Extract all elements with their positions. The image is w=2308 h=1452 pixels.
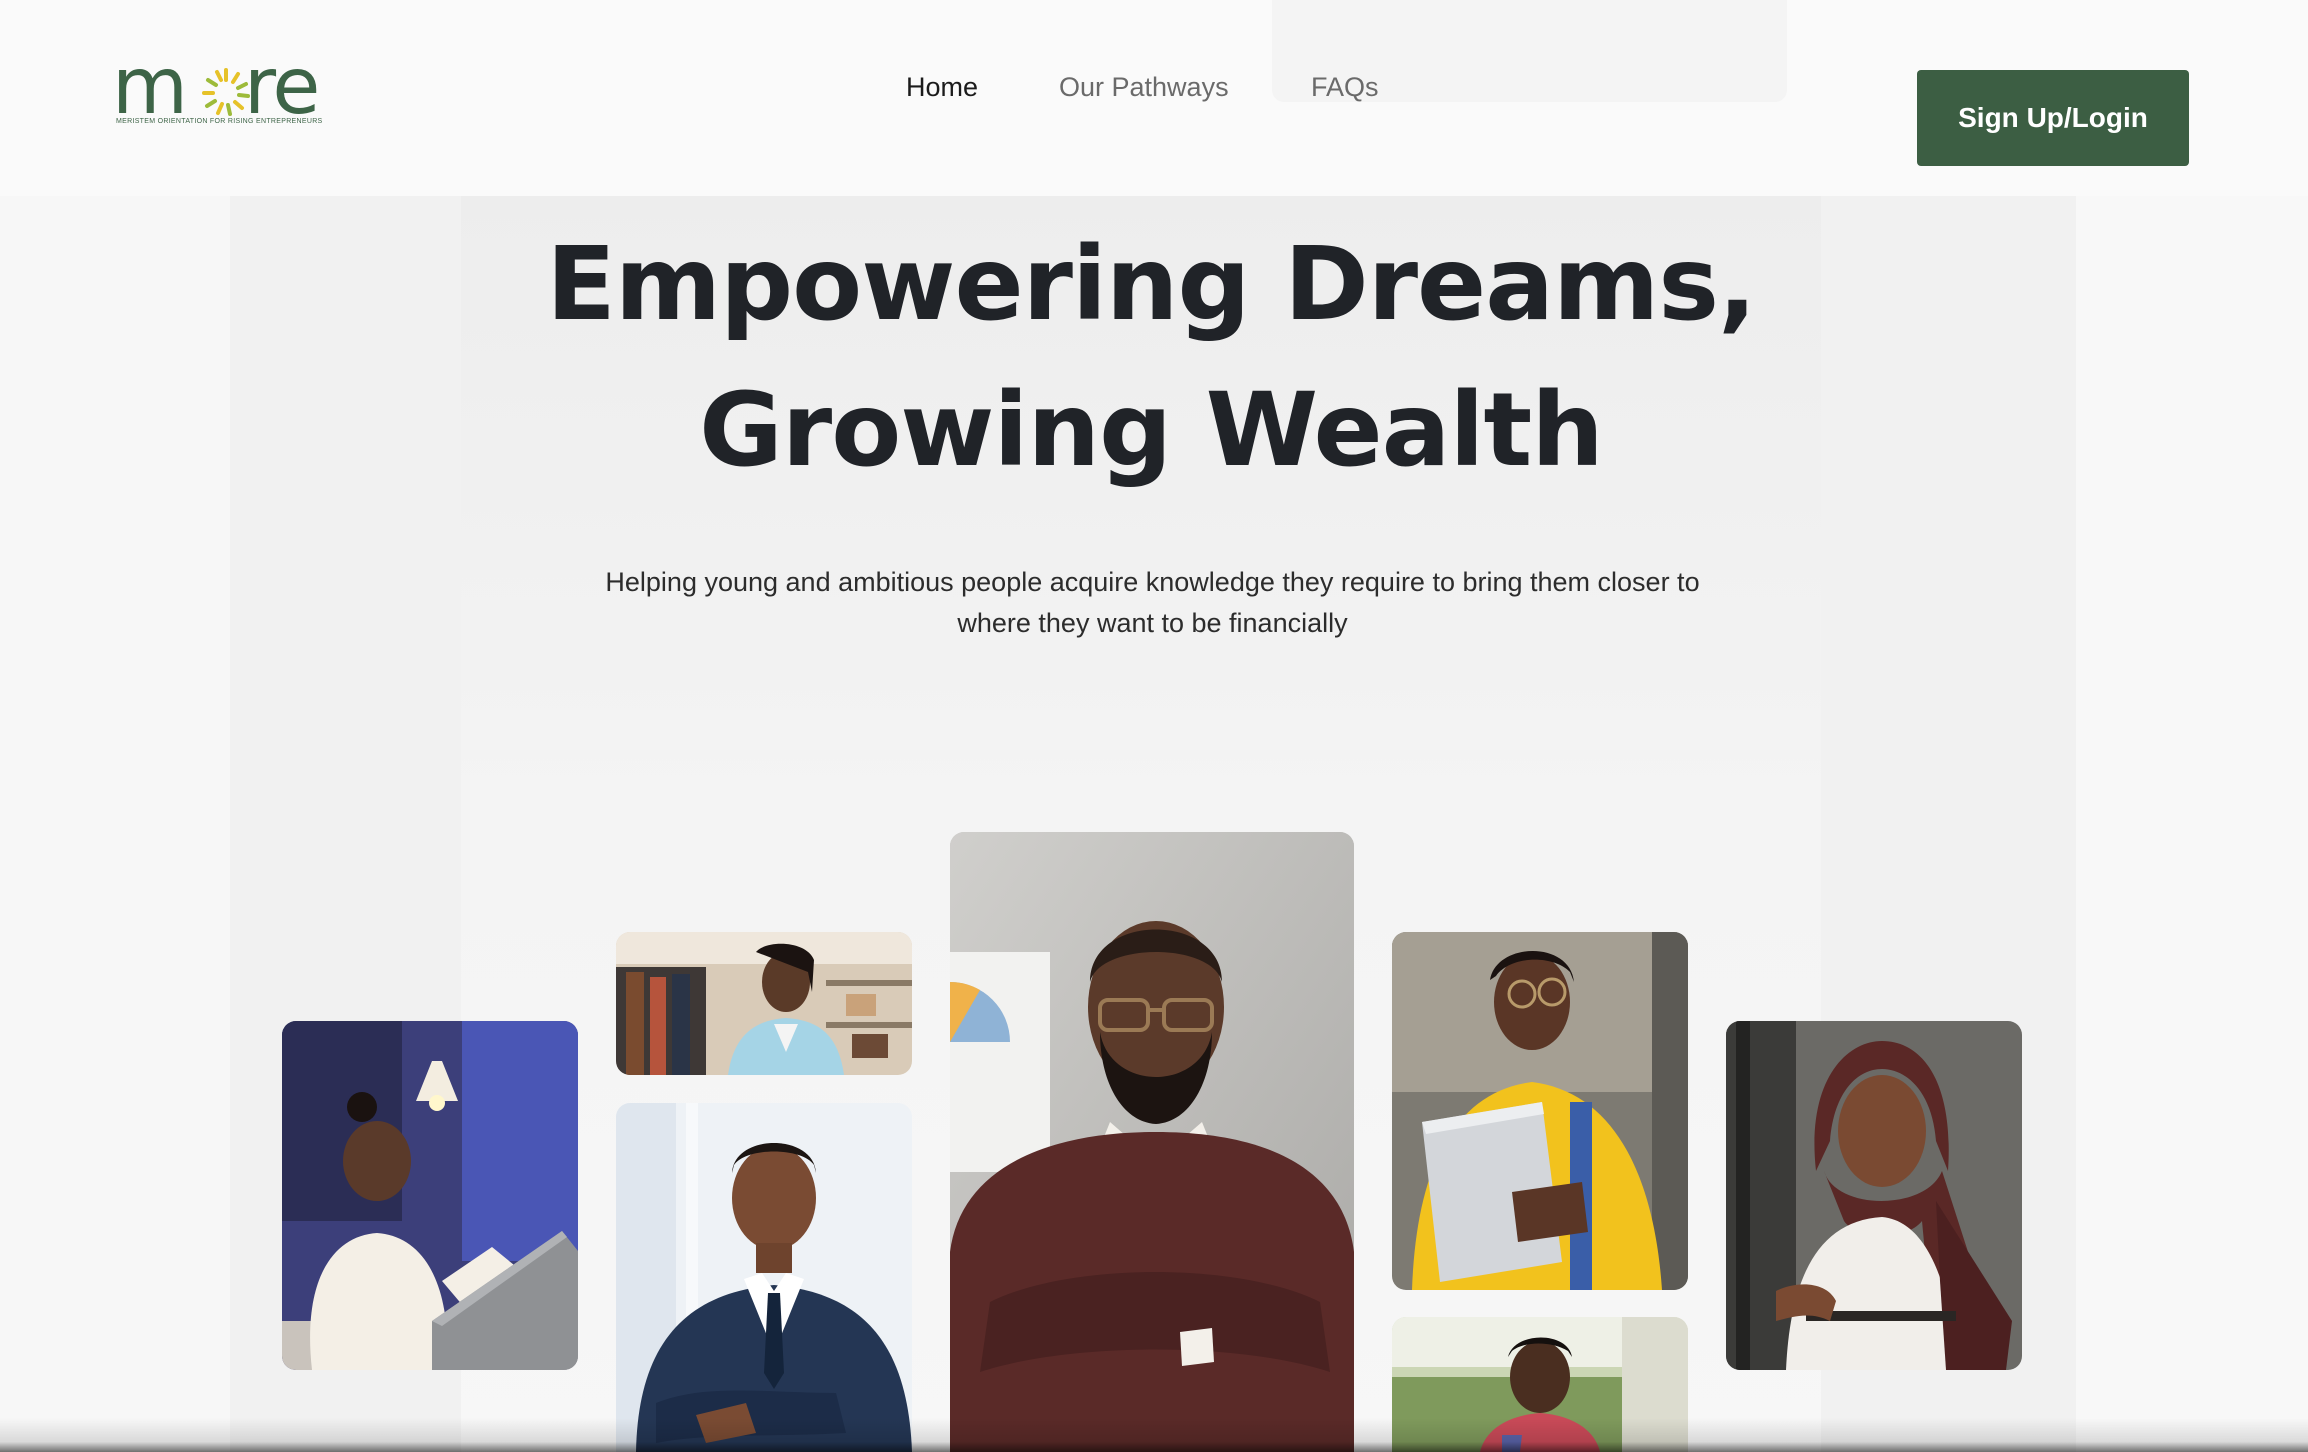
- man-glasses-sweater-photo: [950, 832, 1354, 1452]
- nav-item-home[interactable]: Home: [906, 72, 978, 103]
- background-left-strip: [0, 195, 230, 1452]
- hero-title: Empowering Dreams, Growing Wealth: [461, 212, 1841, 504]
- woman-hijab-photo: [1726, 1021, 2022, 1370]
- hero-subtitle: Helping young and ambitious people acqui…: [545, 562, 1760, 644]
- woman-yellow-sweater-photo: [1392, 932, 1688, 1290]
- site-header: m re MERISTEM ORIENTATION FOR RISING ENTR…: [0, 0, 2308, 196]
- woman-laptop-photo: [282, 1021, 578, 1370]
- woman-boutique-photo: [616, 932, 912, 1075]
- nav-item-faqs[interactable]: FAQs: [1311, 72, 1379, 103]
- background-right-strip: [2076, 195, 2308, 1452]
- hero-title-line1: Empowering Dreams,: [546, 225, 1757, 344]
- young-man-outdoor-photo: [1392, 1317, 1688, 1452]
- sun-icon: [202, 68, 250, 116]
- nav-item-our-pathways[interactable]: Our Pathways: [1059, 72, 1229, 103]
- hero-title-line2: Growing Wealth: [699, 371, 1604, 490]
- logo-tagline: MERISTEM ORIENTATION FOR RISING ENTREPRE…: [116, 118, 323, 125]
- hero-subtitle-line2: where they want to be financially: [957, 608, 1348, 638]
- sign-up-login-button[interactable]: Sign Up/Login: [1917, 70, 2189, 166]
- brand-logo[interactable]: m re MERISTEM ORIENTATION FOR RISING ENTR…: [112, 48, 352, 132]
- man-suit-photo: [616, 1103, 912, 1452]
- hero-subtitle-line1: Helping young and ambitious people acqui…: [605, 567, 1700, 597]
